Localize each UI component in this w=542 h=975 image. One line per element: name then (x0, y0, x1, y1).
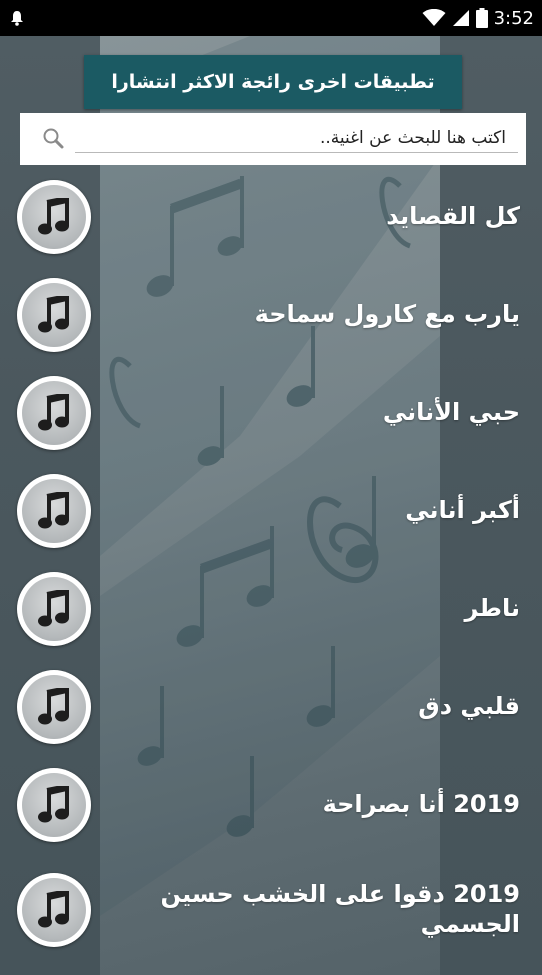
music-note-icon (38, 688, 69, 725)
music-note-icon (38, 198, 69, 235)
more-apps-button[interactable]: تطبيقات اخرى رائجة الاكثر انتشارا (84, 55, 462, 109)
song-title: قلبي دق (418, 692, 520, 720)
avatar (17, 278, 91, 352)
status-time: 3:52 (493, 7, 534, 29)
wifi-icon (422, 9, 446, 26)
song-title: 2019 أنا بصراحة (322, 790, 520, 818)
song-title: يارب مع كارول سماحة (254, 300, 520, 328)
list-item[interactable]: ناطر (0, 559, 542, 657)
music-note-icon (38, 891, 69, 928)
song-list: كل القصايد يارب مع كارول سماحة حبي الأنا… (0, 167, 542, 965)
song-title: حبي الأناني (382, 398, 520, 426)
music-note-icon (38, 394, 69, 431)
list-item[interactable]: كل القصايد (0, 167, 542, 265)
song-title: ناطر (464, 594, 520, 622)
music-note-icon (38, 590, 69, 627)
avatar (17, 572, 91, 646)
status-bar: 3:52 (0, 0, 542, 36)
song-title: أكبر أناني (405, 496, 520, 524)
avatar (17, 474, 91, 548)
avatar (17, 376, 91, 450)
list-item[interactable]: حبي الأناني (0, 363, 542, 461)
song-title: كل القصايد (386, 202, 520, 230)
list-item[interactable]: أكبر أناني (0, 461, 542, 559)
song-title: 2019 دقوا على الخشب حسين الجسمي (160, 880, 520, 938)
avatar (17, 670, 91, 744)
avatar (17, 873, 91, 947)
list-item[interactable]: 2019 دقوا على الخشب حسين الجسمي (0, 853, 542, 965)
music-note-icon (38, 296, 69, 333)
battery-icon (475, 8, 488, 28)
music-note-icon (38, 492, 69, 529)
avatar (17, 180, 91, 254)
signal-icon (452, 10, 469, 26)
notification-bell-icon (11, 11, 23, 26)
avatar (17, 768, 91, 842)
list-item[interactable]: يارب مع كارول سماحة (0, 265, 542, 363)
search-icon[interactable] (42, 127, 66, 151)
list-item[interactable]: 2019 أنا بصراحة (0, 755, 542, 853)
list-item[interactable]: قلبي دق (0, 657, 542, 755)
search-input[interactable] (75, 123, 518, 153)
music-note-icon (38, 786, 69, 823)
search-bar (20, 113, 526, 165)
